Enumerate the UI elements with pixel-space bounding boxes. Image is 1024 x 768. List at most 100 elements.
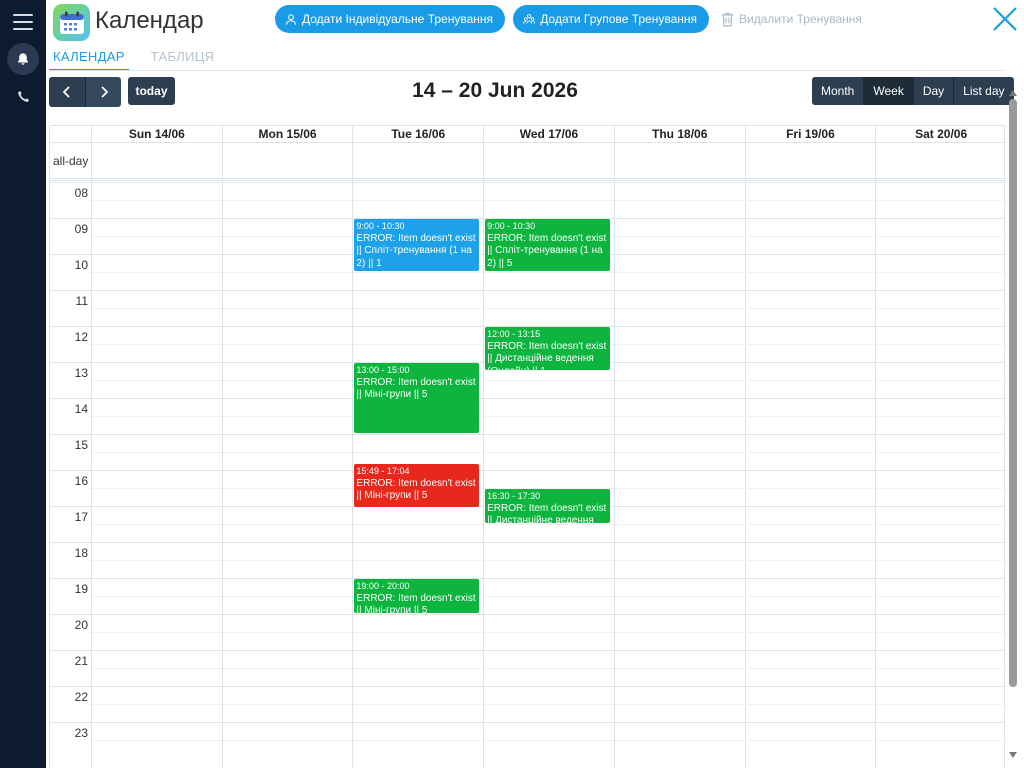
all-day-cell[interactable] [352,143,483,181]
hour-line [50,434,1004,435]
day-column-divider [613,182,615,768]
phone-button[interactable] [11,84,35,108]
view-week-button[interactable]: Week [864,77,914,105]
hour-label: 16 [74,474,88,488]
day-column-divider [483,182,485,768]
all-day-cell[interactable] [613,143,745,181]
hour-line [50,182,1004,183]
half-hour-line [90,632,1004,633]
delete-training-button[interactable]: Видалити Тренування [721,8,862,30]
hour-line [50,686,1004,687]
all-day-cell[interactable] [483,143,614,181]
all-day-cell[interactable] [91,143,222,181]
day-header: Tue 16/06 [352,126,483,143]
scroll-down-arrow[interactable] [1009,752,1017,758]
calendar-event[interactable]: 19:00 - 20:00 ERROR: Item doesn't exist |… [354,579,480,613]
calendar-event[interactable]: 15:49 - 17:04 ERROR: Item doesn't exist |… [354,464,480,508]
day-header: Sun 14/06 [91,126,222,143]
users-icon [523,14,536,24]
side-rail [0,0,46,768]
tabs-divider [49,70,1005,71]
day-column-divider [221,182,223,768]
event-time: 9:00 - 10:30 [356,221,405,231]
event-time: 19:00 - 20:00 [356,581,410,591]
view-switcher: Month Week Day List day [812,77,1014,105]
hour-line [50,398,1004,399]
close-icon[interactable] [990,4,1020,34]
tab-table[interactable]: ТАБЛИЦЯ [147,49,219,71]
event-title: ERROR: Item doesn't exist || Міні-групи … [356,477,476,502]
hour-line [50,470,1004,471]
half-hour-line [90,668,1004,669]
view-list-day-button[interactable]: List day [954,77,1014,105]
hour-label: 19 [74,582,88,596]
view-month-button[interactable]: Month [812,77,865,105]
half-hour-line [90,560,1004,561]
user-icon [285,13,296,25]
trash-icon [721,12,734,27]
chevron-left-icon [62,86,70,98]
half-hour-line [90,272,1004,273]
add-individual-training-button[interactable]: Додати Індивідуальне Тренування [275,5,505,33]
week-calendar: Sun 14/06 Mon 15/06 Tue 16/06 Wed 17/06 Thu … [49,125,1005,768]
calendar-app-icon [53,4,90,41]
half-hour-line [90,416,1004,417]
add-group-training-button[interactable]: Додати Групове Тренування [513,5,709,33]
all-day-cell[interactable] [744,143,876,181]
hour-label: 17 [74,510,88,524]
tab-calendar[interactable]: КАЛЕНДАР [49,49,129,71]
add-individual-training-label: Додати Індивідуальне Тренування [301,12,493,26]
calendar-event[interactable]: 16:30 - 17:30 ERROR: Item doesn't exist |… [485,489,610,523]
day-column-divider [352,182,354,768]
half-hour-line [90,740,1004,741]
today-button[interactable]: today [128,77,175,105]
hour-label: 23 [74,726,88,740]
view-day-button[interactable]: Day [913,77,955,105]
page-title: Календар [95,7,204,34]
bell-icon [18,53,28,65]
day-header: Mon 15/06 [221,126,353,143]
notifications-button[interactable] [7,43,39,75]
calendar-event[interactable]: 12:00 - 13:15 ERROR: Item doesn't exist |… [485,327,610,370]
event-time: 16:30 - 17:30 [487,491,541,501]
day-column-divider [744,182,746,768]
phone-icon [17,90,29,102]
date-range-title: 14 – 20 Jun 2026 [412,79,578,102]
hour-line [50,578,1004,579]
event-title: ERROR: Item doesn't exist || Спліт-трену… [356,232,476,269]
hour-label: 10 [74,258,88,272]
hour-line [50,722,1004,723]
scroll-thumb[interactable] [1009,99,1017,687]
event-time: 15:49 - 17:04 [356,466,410,477]
half-hour-line [90,200,1004,201]
event-time: 9:00 - 10:30 [487,221,536,231]
day-column-divider [91,182,92,768]
prev-button[interactable] [49,77,85,107]
hour-label: 11 [75,294,88,308]
hour-label: 20 [74,618,88,632]
all-day-row: all-day [50,143,1004,181]
hour-label: 13 [74,366,88,380]
hour-line [50,542,1004,543]
all-day-cell[interactable] [221,143,353,181]
calendar-event[interactable]: 13:00 - 15:00 ERROR: Item doesn't exist |… [354,363,480,433]
day-header: Thu 18/06 [613,126,745,143]
date-nav [49,77,121,107]
time-grid[interactable]: 08 09 10 11 12 13 14 15 16 17 18 19 20 21 22 23 9:00 - 1… [50,182,1004,768]
add-group-training-label: Додати Групове Тренування [540,12,697,26]
chevron-right-icon [100,86,108,98]
hour-label: 09 [74,222,88,236]
hour-line [50,650,1004,651]
menu-icon[interactable] [13,14,33,32]
hour-line [50,290,1004,291]
next-button[interactable] [85,77,121,107]
half-hour-line [90,596,1004,597]
calendar-scrollbar[interactable] [1007,90,1019,766]
day-header: Wed 17/06 [483,126,614,143]
all-day-cell[interactable] [875,143,1004,181]
calendar-event[interactable]: 9:00 - 10:30 ERROR: Item doesn't exist ||… [354,219,480,271]
event-time: 12:00 - 13:15 [487,329,541,339]
scroll-up-arrow[interactable] [1009,90,1017,96]
hour-label: 18 [74,546,88,560]
calendar-event[interactable]: 9:00 - 10:30 ERROR: Item doesn't exist ||… [485,219,610,271]
